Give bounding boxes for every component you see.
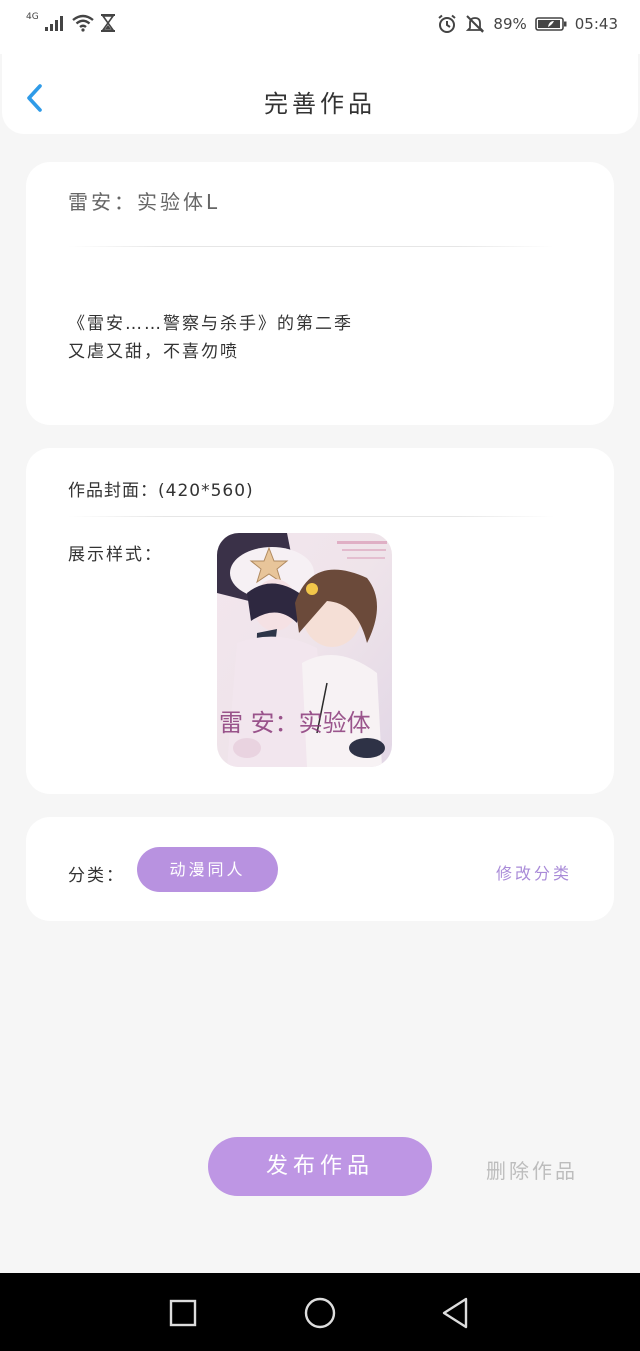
wifi-icon bbox=[71, 14, 94, 32]
system-nav-bar bbox=[0, 1273, 640, 1351]
status-right: 89% 05:43 bbox=[437, 14, 618, 34]
cover-card: 作品封面：(420*560) 展示样式： 雷 安：实验体 bbox=[26, 448, 614, 794]
mute-icon bbox=[466, 15, 485, 33]
status-left: 4G bbox=[26, 12, 115, 32]
work-description[interactable]: 《雷安……警察与杀手》的第二季 又虐又甜，不喜勿喷 bbox=[68, 310, 353, 366]
category-badge: 动漫同人 bbox=[137, 847, 278, 892]
divider bbox=[68, 246, 554, 247]
back-triangle-icon bbox=[442, 1297, 468, 1329]
delete-button[interactable]: 删除作品 bbox=[486, 1155, 578, 1184]
battery-percent: 89% bbox=[493, 15, 527, 33]
back-nav-button[interactable] bbox=[436, 1293, 476, 1333]
category-card: 分类： 动漫同人 修改分类 bbox=[26, 817, 614, 921]
cover-image[interactable]: 雷 安：实验体 bbox=[217, 533, 392, 767]
edit-category-link[interactable]: 修改分类 bbox=[496, 860, 572, 884]
work-info-card: 雷安：实验体L 《雷安……警察与杀手》的第二季 又虐又甜，不喜勿喷 bbox=[26, 162, 614, 425]
recent-apps-button[interactable] bbox=[163, 1293, 203, 1333]
description-line: 又虐又甜，不喜勿喷 bbox=[68, 342, 239, 362]
home-button[interactable] bbox=[300, 1293, 340, 1333]
alarm-icon bbox=[438, 14, 457, 33]
recent-apps-icon bbox=[169, 1299, 197, 1327]
network-type: 4G bbox=[26, 12, 39, 22]
home-icon bbox=[304, 1297, 336, 1329]
description-line: 《雷安……警察与杀手》的第二季 bbox=[68, 314, 353, 334]
publish-button[interactable]: 发布作品 bbox=[208, 1137, 432, 1196]
clock: 05:43 bbox=[574, 15, 618, 33]
cover-illustration: 雷 安：实验体 bbox=[217, 533, 392, 767]
page-title: 完善作品 bbox=[264, 90, 376, 118]
display-style-label: 展示样式： bbox=[68, 545, 163, 565]
svg-text:雷 安：实验体: 雷 安：实验体 bbox=[219, 709, 371, 737]
category-label: 分类： bbox=[68, 866, 125, 886]
divider bbox=[68, 516, 554, 517]
work-title[interactable]: 雷安：实验体L bbox=[68, 186, 220, 215]
hourglass-icon bbox=[100, 14, 115, 32]
status-bar: 4G 89% 05:43 bbox=[0, 0, 640, 54]
header: 完善作品 bbox=[2, 54, 638, 134]
battery-icon bbox=[534, 17, 567, 31]
cover-label: 作品封面：(420*560) bbox=[68, 481, 254, 501]
signal-icon bbox=[44, 16, 63, 31]
